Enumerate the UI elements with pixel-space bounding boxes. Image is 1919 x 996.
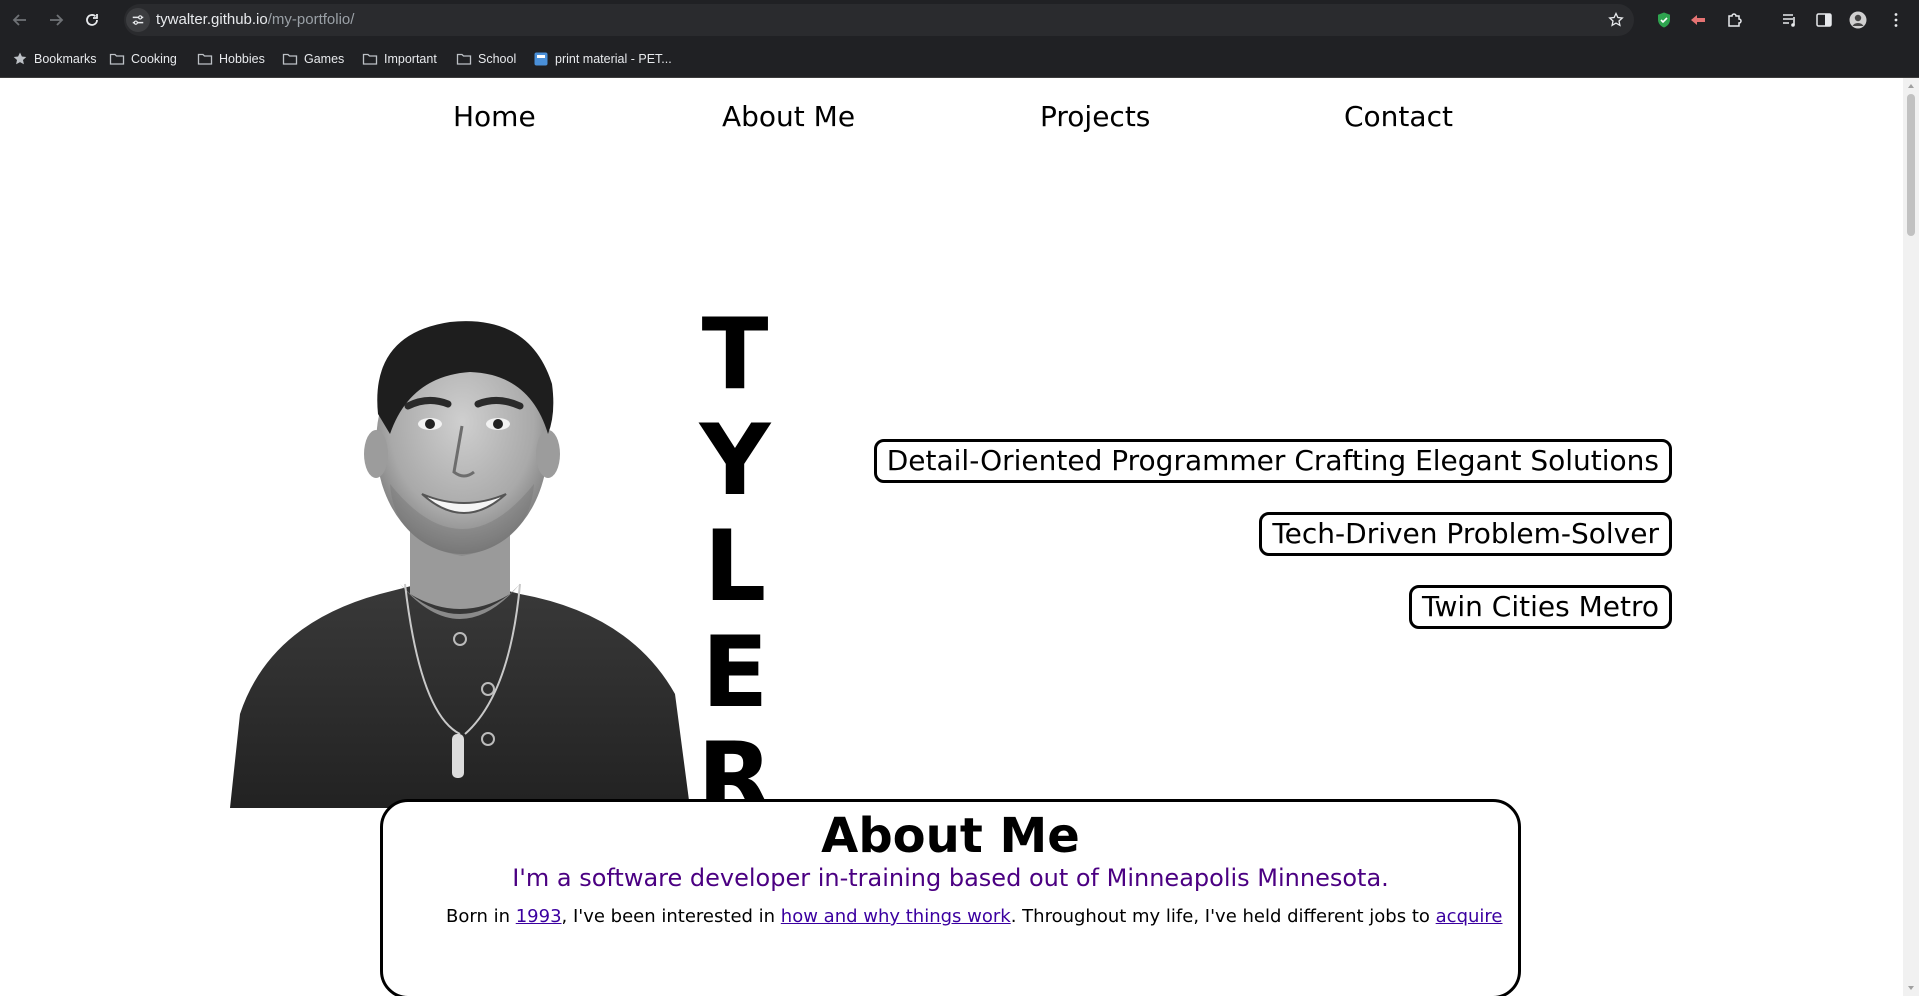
bookmark-label: School xyxy=(478,52,517,66)
star-icon xyxy=(13,52,27,65)
folder-icon xyxy=(362,53,378,65)
bookmark-label: Games xyxy=(304,52,345,66)
bookmark-label: Important xyxy=(384,52,437,66)
tagline-badge: Twin Cities Metro xyxy=(1409,585,1672,629)
page-favicon-icon xyxy=(534,52,548,66)
folder-icon xyxy=(282,53,298,65)
shield-extension-icon[interactable] xyxy=(1652,8,1676,32)
url-host: tywalter.github.io xyxy=(156,11,268,28)
side-panel-icon[interactable] xyxy=(1812,8,1836,32)
body-text: , I've been interested in xyxy=(561,906,781,927)
forward-icon[interactable] xyxy=(44,8,68,32)
bookmark-label: print material - PET... xyxy=(555,52,672,66)
nav-projects-link[interactable]: Projects xyxy=(1040,100,1150,133)
tagline-badge: Detail-Oriented Programmer Crafting Eleg… xyxy=(873,439,1672,483)
scroll-up-icon[interactable] xyxy=(1907,82,1915,90)
folder-icon xyxy=(109,53,125,65)
name-letter: L xyxy=(703,510,767,624)
nav-about-link[interactable]: About Me xyxy=(722,100,855,133)
bookmark-folder-school[interactable]: School xyxy=(456,48,516,70)
about-me-subtitle: I'm a software developer in-training bas… xyxy=(512,864,1389,892)
bookmark-folder-hobbies[interactable]: Hobbies xyxy=(197,48,265,70)
about-me-heading: About Me xyxy=(821,808,1080,864)
puzzle-extensions-icon[interactable] xyxy=(1722,8,1746,32)
menu-kebab-icon[interactable] xyxy=(1884,8,1908,32)
nav-home-link[interactable]: Home xyxy=(453,100,536,133)
back-icon[interactable] xyxy=(8,8,32,32)
folder-icon xyxy=(456,53,472,65)
bookmark-folder-important[interactable]: Important xyxy=(362,48,437,70)
record-extension-icon[interactable] xyxy=(1686,8,1710,32)
address-bar[interactable]: tywalter.github.io/my-portfolio/ xyxy=(124,4,1634,36)
body-text: . Throughout my life, I've held differen… xyxy=(1010,906,1436,927)
scroll-down-icon[interactable] xyxy=(1907,984,1915,992)
body-text: Born in xyxy=(446,906,516,927)
bookmark-folder-games[interactable]: Games xyxy=(282,48,344,70)
reload-icon[interactable] xyxy=(80,8,104,32)
folder-icon xyxy=(197,53,213,65)
bookmark-all[interactable]: Bookmarks xyxy=(12,48,97,70)
tagline-badge: Tech-Driven Problem-Solver xyxy=(1259,512,1672,556)
scrollbar-thumb[interactable] xyxy=(1907,94,1915,236)
profile-photo xyxy=(230,294,690,808)
site-settings-icon[interactable] xyxy=(126,8,150,32)
name-letter: Y xyxy=(699,404,771,518)
bookmark-folder-cooking[interactable]: Cooking xyxy=(109,48,177,70)
about-me-body: Born in 1993, I've been interested in ho… xyxy=(446,906,1502,927)
page-scrollbar[interactable] xyxy=(1903,78,1919,996)
bookmark-label: Hobbies xyxy=(219,52,265,66)
how-things-work-link[interactable]: how and why things work xyxy=(781,906,1011,927)
vertical-name: T Y L E R xyxy=(690,302,780,832)
url-path: /my-portfolio/ xyxy=(267,11,355,28)
bookmarks-bar: Bookmarks Cooking Hobbies Games Importan… xyxy=(0,40,1919,78)
bookmark-star-icon[interactable] xyxy=(1608,11,1624,32)
url-text: tywalter.github.io/my-portfolio/ xyxy=(156,11,354,28)
bookmark-print-material[interactable]: print material - PET... xyxy=(533,48,672,70)
birth-year-link[interactable]: 1993 xyxy=(516,906,562,927)
browser-toolbar: tywalter.github.io/my-portfolio/ xyxy=(0,0,1919,40)
nav-contact-link[interactable]: Contact xyxy=(1344,100,1453,133)
name-letter: T xyxy=(701,298,769,412)
media-controls-icon[interactable] xyxy=(1778,8,1802,32)
bookmark-label: Bookmarks xyxy=(34,52,97,66)
profile-avatar-icon[interactable] xyxy=(1846,8,1870,32)
acquire-link[interactable]: acquire xyxy=(1436,906,1503,927)
name-letter: E xyxy=(701,616,769,730)
about-me-section: About Me I'm a software developer in-tra… xyxy=(380,799,1521,996)
bookmark-label: Cooking xyxy=(131,52,177,66)
